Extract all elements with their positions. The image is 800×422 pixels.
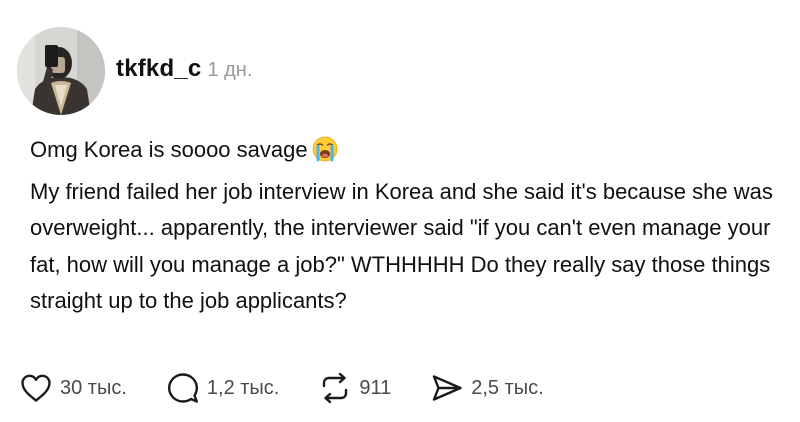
heart-icon [21,374,51,402]
avatar-photo [17,27,105,115]
post-text-line: Omg Korea is soooo savage [30,132,780,174]
share-count: 2,5 тыс. [471,376,544,399]
send-icon [433,375,462,401]
share-button[interactable]: 2,5 тыс. [431,373,544,403]
repost-count: 911 [359,376,392,399]
loudly-crying-face-icon [312,136,338,174]
comment-button[interactable]: 1,2 тыс. [167,372,279,404]
timestamp: 1 дн. [207,59,253,81]
post-actions: 30 тыс. 1,2 тыс. 911 2,5 тыс. [20,370,584,406]
thread-post: tkfkd_c 1 дн. Omg Korea is soooo savage … [0,0,800,422]
like-button[interactable]: 30 тыс. [20,373,127,403]
comment-count: 1,2 тыс. [206,376,280,399]
post-text-body: My friend failed her job interview in Ko… [30,178,773,314]
repost-icon [323,372,348,404]
post-text-first-line: Omg Korea is soooo savage [30,137,308,162]
post-text: Omg Korea is soooo savage My friend fail… [30,132,780,320]
post-header: tkfkd_c 1 дн. [116,55,252,83]
username[interactable]: tkfkd_c [116,55,201,83]
like-count: 30 тыс. [60,376,127,399]
avatar[interactable] [17,27,105,115]
comment-bubble-icon [167,373,198,403]
repost-button[interactable]: 911 [319,372,391,404]
